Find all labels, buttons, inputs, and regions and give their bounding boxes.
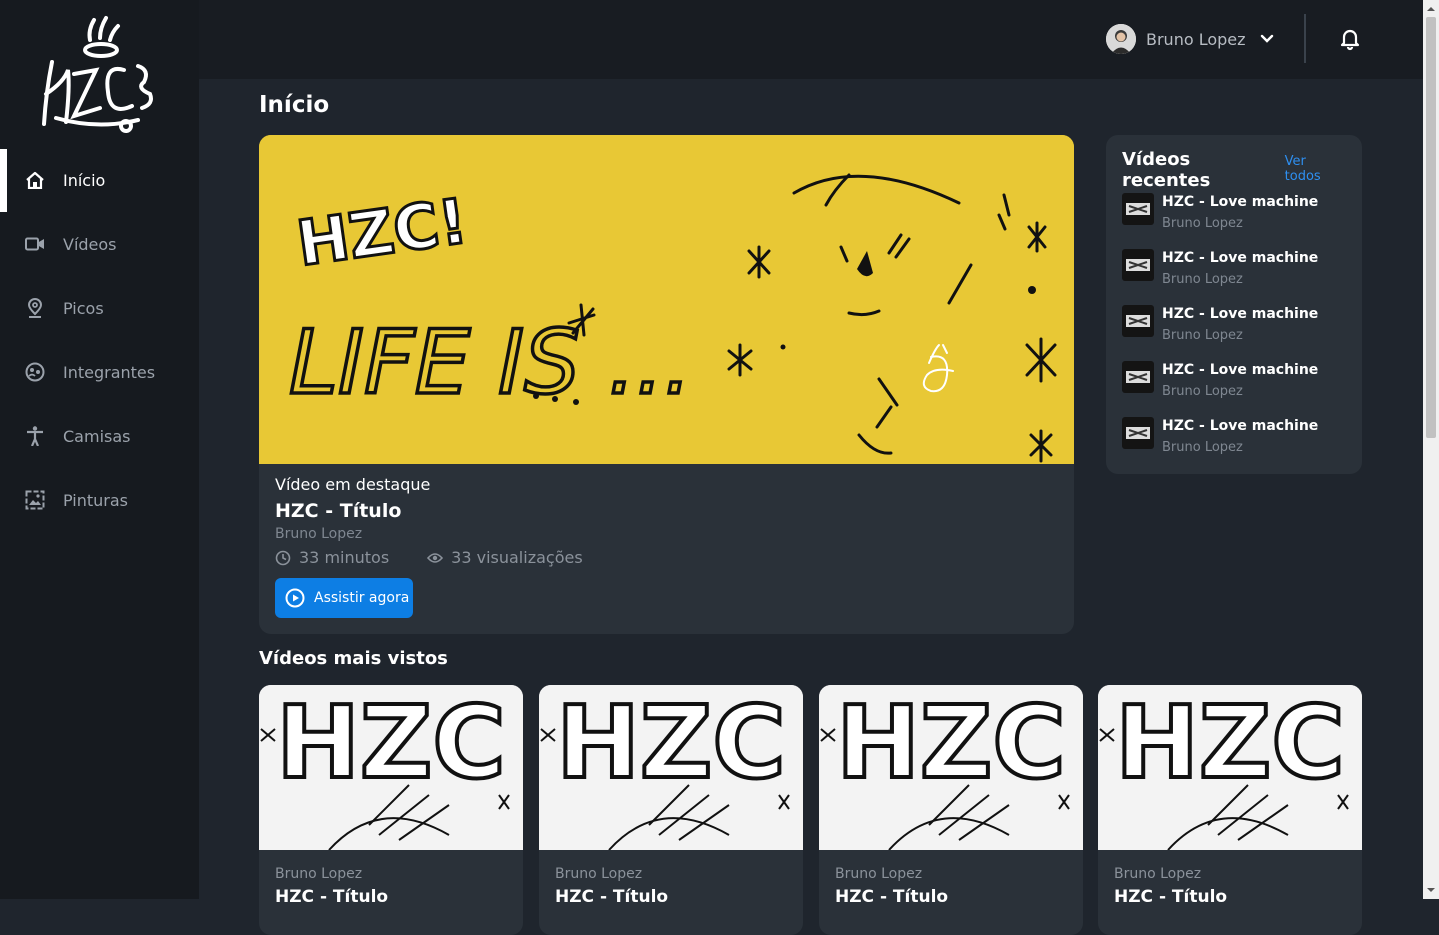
map-pin-icon: [25, 298, 45, 318]
recent-videos-header: Vídeos recentes Ver todos: [1122, 149, 1346, 191]
recent-video-author: Bruno Lopez: [1162, 216, 1243, 231]
video-thumbnail: [1122, 417, 1154, 449]
video-thumbnail: HZC: [539, 685, 803, 851]
recent-video-author: Bruno Lopez: [1162, 328, 1243, 343]
recent-video-author: Bruno Lopez: [1162, 440, 1243, 455]
most-viewed-title: Vídeos mais vistos: [259, 648, 448, 669]
see-all-link[interactable]: Ver todos: [1285, 154, 1346, 184]
sidebar-item-label: Vídeos: [63, 234, 117, 254]
recent-video-author: Bruno Lopez: [1162, 272, 1243, 287]
avatar: [1106, 24, 1136, 54]
video-thumbnail: [1122, 305, 1154, 337]
featured-info: Vídeo em destaque HZC - Título Bruno Lop…: [275, 475, 583, 567]
recent-video-title: HZC - Love machine: [1162, 250, 1319, 266]
eye-icon: [427, 552, 444, 563]
scroll-down-arrow-icon[interactable]: [1423, 883, 1439, 897]
list-item[interactable]: HZC - Love machine Bruno Lopez: [1122, 305, 1318, 361]
person-icon: [25, 426, 45, 446]
list-item[interactable]: HZC - Love machine Bruno Lopez: [1122, 193, 1318, 249]
sidebar-item-picos[interactable]: Picos: [0, 276, 199, 340]
list-item[interactable]: HZC - Love machine Bruno Lopez: [1122, 361, 1318, 417]
sidebar-item-integrantes[interactable]: Integrantes: [0, 340, 199, 404]
card-author: Bruno Lopez: [555, 866, 643, 882]
watch-now-label: Assistir agora: [314, 590, 410, 606]
sidebar-item-label: Início: [63, 170, 106, 190]
scrollbar-thumb[interactable]: [1426, 17, 1436, 438]
recent-videos-list: HZC - Love machine Bruno Lopez HZC - Love…: [1122, 193, 1318, 473]
recent-video-author: Bruno Lopez: [1162, 384, 1243, 399]
thumbnail-art-text: HZC: [276, 685, 506, 801]
sidebar-item-camisas[interactable]: Camisas: [0, 404, 199, 468]
video-thumbnail: [1122, 249, 1154, 281]
featured-art-title: LIFE IS ...: [289, 311, 692, 414]
video-camera-icon: [25, 234, 45, 254]
card-author: Bruno Lopez: [275, 866, 363, 882]
video-thumbnail: [1122, 361, 1154, 393]
video-thumbnail: HZC: [1098, 685, 1362, 851]
sidebar-item-label: Pinturas: [63, 490, 129, 510]
sidebar-item-videos[interactable]: Vídeos: [0, 212, 199, 276]
watch-now-button[interactable]: Assistir agora: [275, 578, 413, 618]
duration: 33 minutos: [275, 548, 389, 567]
video-thumbnail: HZC: [259, 685, 523, 851]
card-author: Bruno Lopez: [1114, 866, 1202, 882]
video-thumbnail: [1122, 193, 1154, 225]
list-item[interactable]: HZC - Love machine Bruno Lopez: [1122, 417, 1318, 473]
list-item[interactable]: HZC - Love machine Bruno Lopez: [1122, 249, 1318, 305]
featured-meta: 33 minutos 33 visualizações: [275, 548, 583, 567]
hzc-logo[interactable]: [38, 12, 163, 138]
page-scrollbar[interactable]: [1423, 0, 1439, 899]
home-icon: [25, 170, 45, 190]
group-icon: [25, 362, 45, 382]
card-title: HZC - Título: [275, 887, 389, 907]
scroll-up-arrow-icon[interactable]: [1423, 2, 1439, 16]
recent-videos-title: Vídeos recentes: [1122, 149, 1211, 191]
play-circle-icon: [285, 588, 305, 608]
video-card[interactable]: HZC Bruno Lopez HZC - Título: [259, 685, 523, 935]
recent-video-title: HZC - Love machine: [1162, 418, 1319, 434]
top-bar: Bruno Lopez: [199, 0, 1423, 79]
featured-video-card: HZC! LIFE IS ... Vídeo em destaque HZC -…: [259, 135, 1074, 634]
header-divider: [1304, 14, 1306, 63]
sidebar-item-pinturas[interactable]: Pinturas: [0, 468, 199, 532]
main-nav: Início Vídeos Picos Integrantes Camisas: [0, 148, 199, 532]
card-title: HZC - Título: [1114, 887, 1228, 907]
featured-title[interactable]: HZC - Título: [275, 500, 583, 522]
featured-video-thumbnail[interactable]: HZC! LIFE IS ...: [259, 135, 1074, 464]
video-card[interactable]: HZC Bruno Lopez HZC - Título: [819, 685, 1083, 935]
featured-label: Vídeo em destaque: [275, 475, 431, 494]
painting-icon: [25, 490, 45, 510]
user-menu[interactable]: Bruno Lopez: [1106, 23, 1274, 55]
recent-video-title: HZC - Love machine: [1162, 362, 1319, 378]
sidebar-item-label: Picos: [63, 298, 104, 318]
thumbnail-art-text: HZC: [1115, 685, 1345, 801]
chevron-down-icon: [1260, 34, 1273, 43]
views-text: 33 visualizações: [451, 548, 583, 567]
recent-video-title: HZC - Love machine: [1162, 306, 1319, 322]
thumbnail-art-text: HZC: [556, 685, 786, 801]
views: 33 visualizações: [427, 548, 583, 567]
clock-icon: [275, 550, 291, 565]
video-card[interactable]: HZC Bruno Lopez HZC - Título: [539, 685, 803, 935]
duration-text: 33 minutos: [299, 548, 390, 567]
notification-bell-icon[interactable]: [1339, 27, 1361, 51]
recent-video-title: HZC - Love machine: [1162, 194, 1319, 210]
thumbnail-art-text: HZC: [836, 685, 1066, 801]
card-title: HZC - Título: [555, 887, 669, 907]
page-title: Início: [259, 92, 330, 118]
sidebar-item-label: Camisas: [63, 426, 131, 446]
card-title: HZC - Título: [835, 887, 949, 907]
sidebar-item-label: Integrantes: [63, 362, 156, 382]
featured-author: Bruno Lopez: [275, 526, 363, 542]
sidebar: Início Vídeos Picos Integrantes Camisas: [0, 0, 199, 899]
card-author: Bruno Lopez: [835, 866, 923, 882]
user-name: Bruno Lopez: [1146, 29, 1246, 49]
recent-videos-panel: Vídeos recentes Ver todos HZC - Love mac…: [1106, 135, 1362, 474]
video-thumbnail: HZC: [819, 685, 1083, 851]
sidebar-item-inicio[interactable]: Início: [0, 148, 199, 212]
video-card[interactable]: HZC Bruno Lopez HZC - Título: [1098, 685, 1362, 935]
